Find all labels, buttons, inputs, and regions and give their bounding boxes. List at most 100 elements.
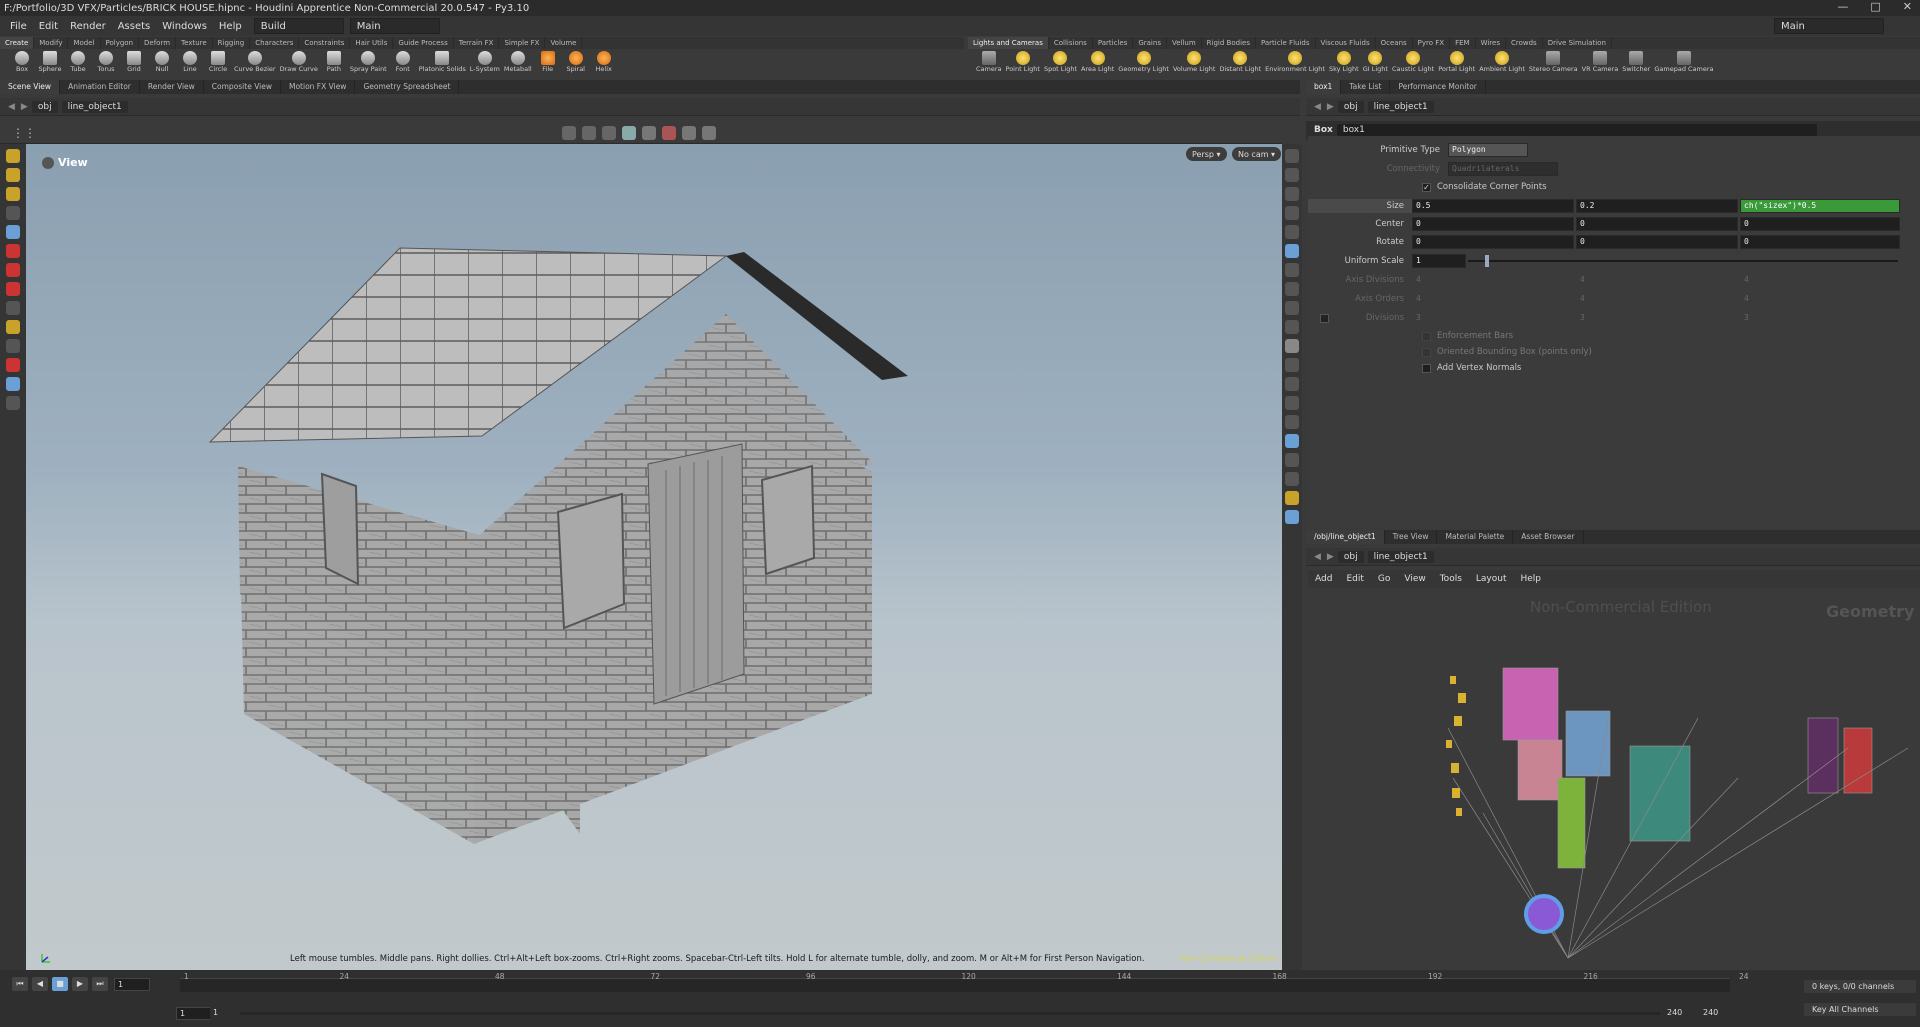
shelf-tab-7[interactable]: Characters (250, 37, 300, 49)
uniform-scale-slider[interactable] (1468, 254, 1898, 268)
light-tool-12[interactable]: Ambient Light (1477, 49, 1527, 73)
tab-scene-3[interactable]: Composite View (204, 80, 281, 94)
shelf-tool-7[interactable]: Circle (204, 49, 232, 73)
network-box-6[interactable] (1843, 727, 1873, 794)
display-icon-15[interactable] (1285, 415, 1299, 429)
connectivity-select[interactable]: Quadrilaterals (1448, 162, 1558, 176)
light-tool-10[interactable]: Caustic Light (1390, 49, 1436, 73)
shelf-tab-right-11[interactable]: Wires (1476, 37, 1506, 49)
node-name-field[interactable]: box1 (1336, 123, 1817, 136)
display-icon-13[interactable] (1285, 377, 1299, 391)
display-icon-11[interactable] (1285, 339, 1299, 353)
shelf-tab-right-6[interactable]: Particle Fluids (1256, 37, 1316, 49)
light-tool-9[interactable]: GI Light (1361, 49, 1390, 73)
light-tool-14[interactable]: VR Camera (1580, 49, 1621, 73)
magnet-icon[interactable] (6, 358, 20, 372)
brush-icon[interactable] (6, 320, 20, 334)
tab-network-1[interactable]: Tree View (1385, 530, 1438, 544)
path-node[interactable]: line_object1 (61, 100, 128, 113)
tab-param-1[interactable]: Take List (1341, 80, 1391, 94)
record-icon[interactable] (662, 126, 676, 140)
jump-end-button[interactable]: ⏭ (92, 977, 108, 991)
menu-edit[interactable]: Edit (33, 21, 64, 32)
cam-button[interactable]: No cam ▾ (1232, 147, 1282, 161)
vertex-normals-checkbox[interactable] (1422, 363, 1431, 373)
shelf-tab-9[interactable]: Hair Utils (350, 37, 394, 49)
right-desktop-dropdown[interactable]: Main (1774, 18, 1884, 34)
consolidate-checkbox[interactable]: ✓ (1422, 182, 1431, 192)
tab-scene-1[interactable]: Animation Editor (60, 80, 140, 94)
path-root[interactable]: obj (31, 100, 58, 113)
net-back-icon[interactable]: ◀ (1314, 552, 1321, 562)
shelf-tool-11[interactable]: Spray Paint (348, 49, 389, 73)
grid-menu-icon[interactable]: ⋮⋮ (12, 126, 36, 140)
shelf-tab-13[interactable]: Volume (545, 37, 583, 49)
center-y-field[interactable]: 0 (1576, 217, 1738, 231)
shelf-tool-1[interactable]: Sphere (36, 49, 64, 73)
view-tool-icon[interactable] (6, 301, 20, 315)
settings-snap-icon[interactable] (702, 126, 716, 140)
display-icon-20[interactable] (1285, 510, 1299, 524)
tab-scene-0[interactable]: Scene View (0, 80, 61, 94)
shelf-tab-4[interactable]: Deform (139, 37, 177, 49)
move-tool-icon[interactable] (6, 168, 20, 182)
light-tool-2[interactable]: Spot Light (1042, 49, 1079, 73)
display-icon-4[interactable] (1285, 206, 1299, 220)
shelf-tool-8[interactable]: Curve Bezier (232, 49, 278, 73)
size-z-field[interactable]: ch("sizex")*0.5 (1740, 199, 1900, 213)
tab-network-2[interactable]: Material Palette (1437, 530, 1514, 544)
camera-snap-icon[interactable] (682, 126, 696, 140)
shelf-tab-right-1[interactable]: Collisions (1049, 37, 1093, 49)
jump-start-button[interactable]: ⏮ (12, 977, 28, 991)
menu-help[interactable]: Help (213, 21, 248, 32)
shelf-tool-10[interactable]: Path (320, 49, 348, 73)
menu-windows[interactable]: Windows (156, 21, 213, 32)
shelf-tool-18[interactable]: Helix (590, 49, 618, 73)
scale-icon[interactable] (6, 263, 20, 277)
shelf-tool-16[interactable]: File (534, 49, 562, 73)
display-icon-19[interactable] (1285, 491, 1299, 505)
shelf-tab-11[interactable]: Terrain FX (454, 37, 500, 49)
display-icon-14[interactable] (1285, 396, 1299, 410)
display-icon-9[interactable] (1285, 301, 1299, 315)
display-icon-10[interactable] (1285, 320, 1299, 334)
shelf-tab-right-7[interactable]: Viscous Fluids (1316, 37, 1376, 49)
shelf-tab-right-4[interactable]: Vellum (1167, 37, 1202, 49)
timeline-bar[interactable] (180, 978, 1730, 992)
tab-network-0[interactable]: /obj/line_object1 (1306, 530, 1385, 544)
net-menu-tools[interactable]: Tools (1433, 574, 1469, 584)
shelf-tab-1[interactable]: Modify (34, 37, 69, 49)
shelf-tab-6[interactable]: Rigging (213, 37, 251, 49)
light-tool-0[interactable]: Camera (974, 49, 1004, 73)
shelf-tab-3[interactable]: Polygon (101, 37, 140, 49)
pointer-icon[interactable] (6, 206, 20, 220)
view-gear-icon[interactable] (42, 156, 54, 169)
loop-icon[interactable] (6, 339, 20, 353)
shelf-tool-2[interactable]: Tube (64, 49, 92, 73)
shelf-tab-right-2[interactable]: Particles (1093, 37, 1134, 49)
snap-grid-icon[interactable] (582, 126, 596, 140)
network-box-3[interactable] (1557, 777, 1586, 869)
network-box-0[interactable] (1502, 667, 1559, 741)
net-menu-view[interactable]: View (1397, 574, 1432, 584)
snap-point-icon[interactable] (602, 126, 616, 140)
display-icon-8[interactable] (1285, 282, 1299, 296)
stop-button[interactable]: ■ (52, 977, 68, 991)
step-back-button[interactable]: ◀ (32, 977, 48, 991)
param-forward-icon[interactable]: ▶ (1327, 102, 1334, 112)
shelf-tool-12[interactable]: Font (389, 49, 417, 73)
obb-checkbox[interactable] (1422, 347, 1431, 357)
forward-icon[interactable]: ▶ (21, 102, 28, 112)
display-icon-18[interactable] (1285, 472, 1299, 486)
light-tool-5[interactable]: Volume Light (1171, 49, 1217, 73)
shelf-tool-17[interactable]: Spiral (562, 49, 590, 73)
key-all-button[interactable]: Key All Channels (1804, 1003, 1916, 1016)
display-icon-2[interactable] (1285, 168, 1299, 182)
persp-button[interactable]: Persp ▾ (1186, 147, 1227, 161)
display-icon-16[interactable] (1285, 434, 1299, 448)
menu-assets[interactable]: Assets (112, 21, 157, 32)
light-tool-16[interactable]: Gamepad Camera (1652, 49, 1715, 73)
display-icon-17[interactable] (1285, 453, 1299, 467)
enforcement-checkbox[interactable] (1422, 331, 1431, 341)
param-path-node[interactable]: line_object1 (1367, 100, 1434, 113)
